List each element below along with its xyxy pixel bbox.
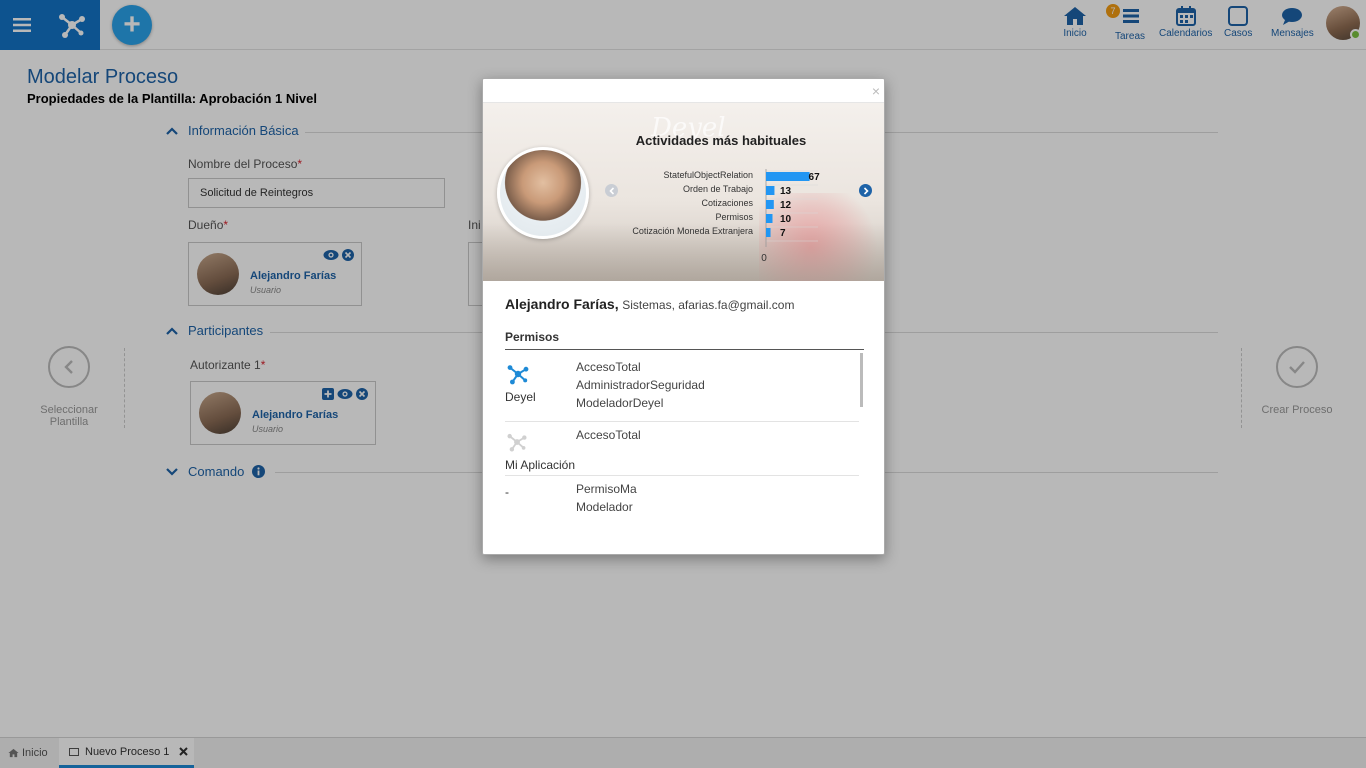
perm-value: AccesoTotal [576, 428, 641, 442]
chevron-right-icon [863, 186, 869, 195]
chart-bar [766, 172, 810, 181]
chart-value-label: 10 [780, 214, 792, 225]
user-profile-modal: × Deyel Actividades más habituales State… [482, 78, 885, 555]
perm-values-deyel: AccesoTotal AdministradorSeguridad Model… [576, 358, 705, 412]
profile-meta: Sistemas, afarias.fa@gmail.com [622, 298, 795, 312]
chart-value-label: 12 [780, 200, 792, 211]
chart-value-label: 7 [780, 228, 786, 239]
permisos-scrollbar[interactable] [860, 353, 863, 407]
permisos-divider [505, 349, 864, 350]
chart-next-button[interactable] [859, 184, 872, 197]
mi-aplicacion-app-icon [507, 433, 527, 452]
deyel-app-icon [507, 365, 529, 385]
chart-bar [766, 214, 773, 223]
chart-category-label: Orden de Trabajo [683, 184, 753, 194]
perm-value: AccesoTotal [576, 360, 641, 374]
perm-value: PermisoMa [576, 482, 637, 496]
chart-category-label: Cotizaciones [701, 198, 753, 208]
profile-name: Alejandro Farías, [505, 296, 619, 312]
profile-avatar [497, 147, 589, 239]
profile-banner: Deyel Actividades más habituales Statefu… [483, 103, 884, 281]
perm-value: Modelador [576, 500, 633, 514]
chart-bar [766, 200, 774, 209]
modal-close-button[interactable]: × [872, 83, 880, 99]
perm-values-mi-aplicacion: AccesoTotal [576, 426, 641, 444]
chart-value-label: 67 [809, 172, 821, 183]
perm-values-none: PermisoMa Modelador [576, 480, 637, 516]
perm-app-mi-aplicacion: Mi Aplicación [505, 458, 576, 472]
perm-app-none: - [505, 485, 509, 499]
chart-bar [766, 186, 775, 195]
permisos-title: Permisos [505, 330, 560, 344]
chart-title: Actividades más habituales [635, 133, 807, 148]
chart-category-label: Cotización Moneda Extranjera [632, 226, 753, 236]
perm-value: AdministradorSeguridad [576, 378, 705, 392]
perm-value: ModeladorDeyel [576, 396, 664, 410]
chart-category-label: StatefulObjectRelation [663, 170, 753, 180]
chart-category-label: Permisos [715, 212, 753, 222]
activity-bar-chart: StatefulObjectRelation 67 Orden de Trabajo… [632, 169, 821, 264]
chart-value-label: 13 [780, 186, 792, 197]
chart-x-tick-label: 0 [761, 253, 767, 264]
chart-bar [766, 228, 771, 237]
profile-name-line: Alejandro Farías, Sistemas, afarias.fa@g… [505, 296, 794, 312]
perm-app-deyel: Deyel [505, 390, 536, 404]
